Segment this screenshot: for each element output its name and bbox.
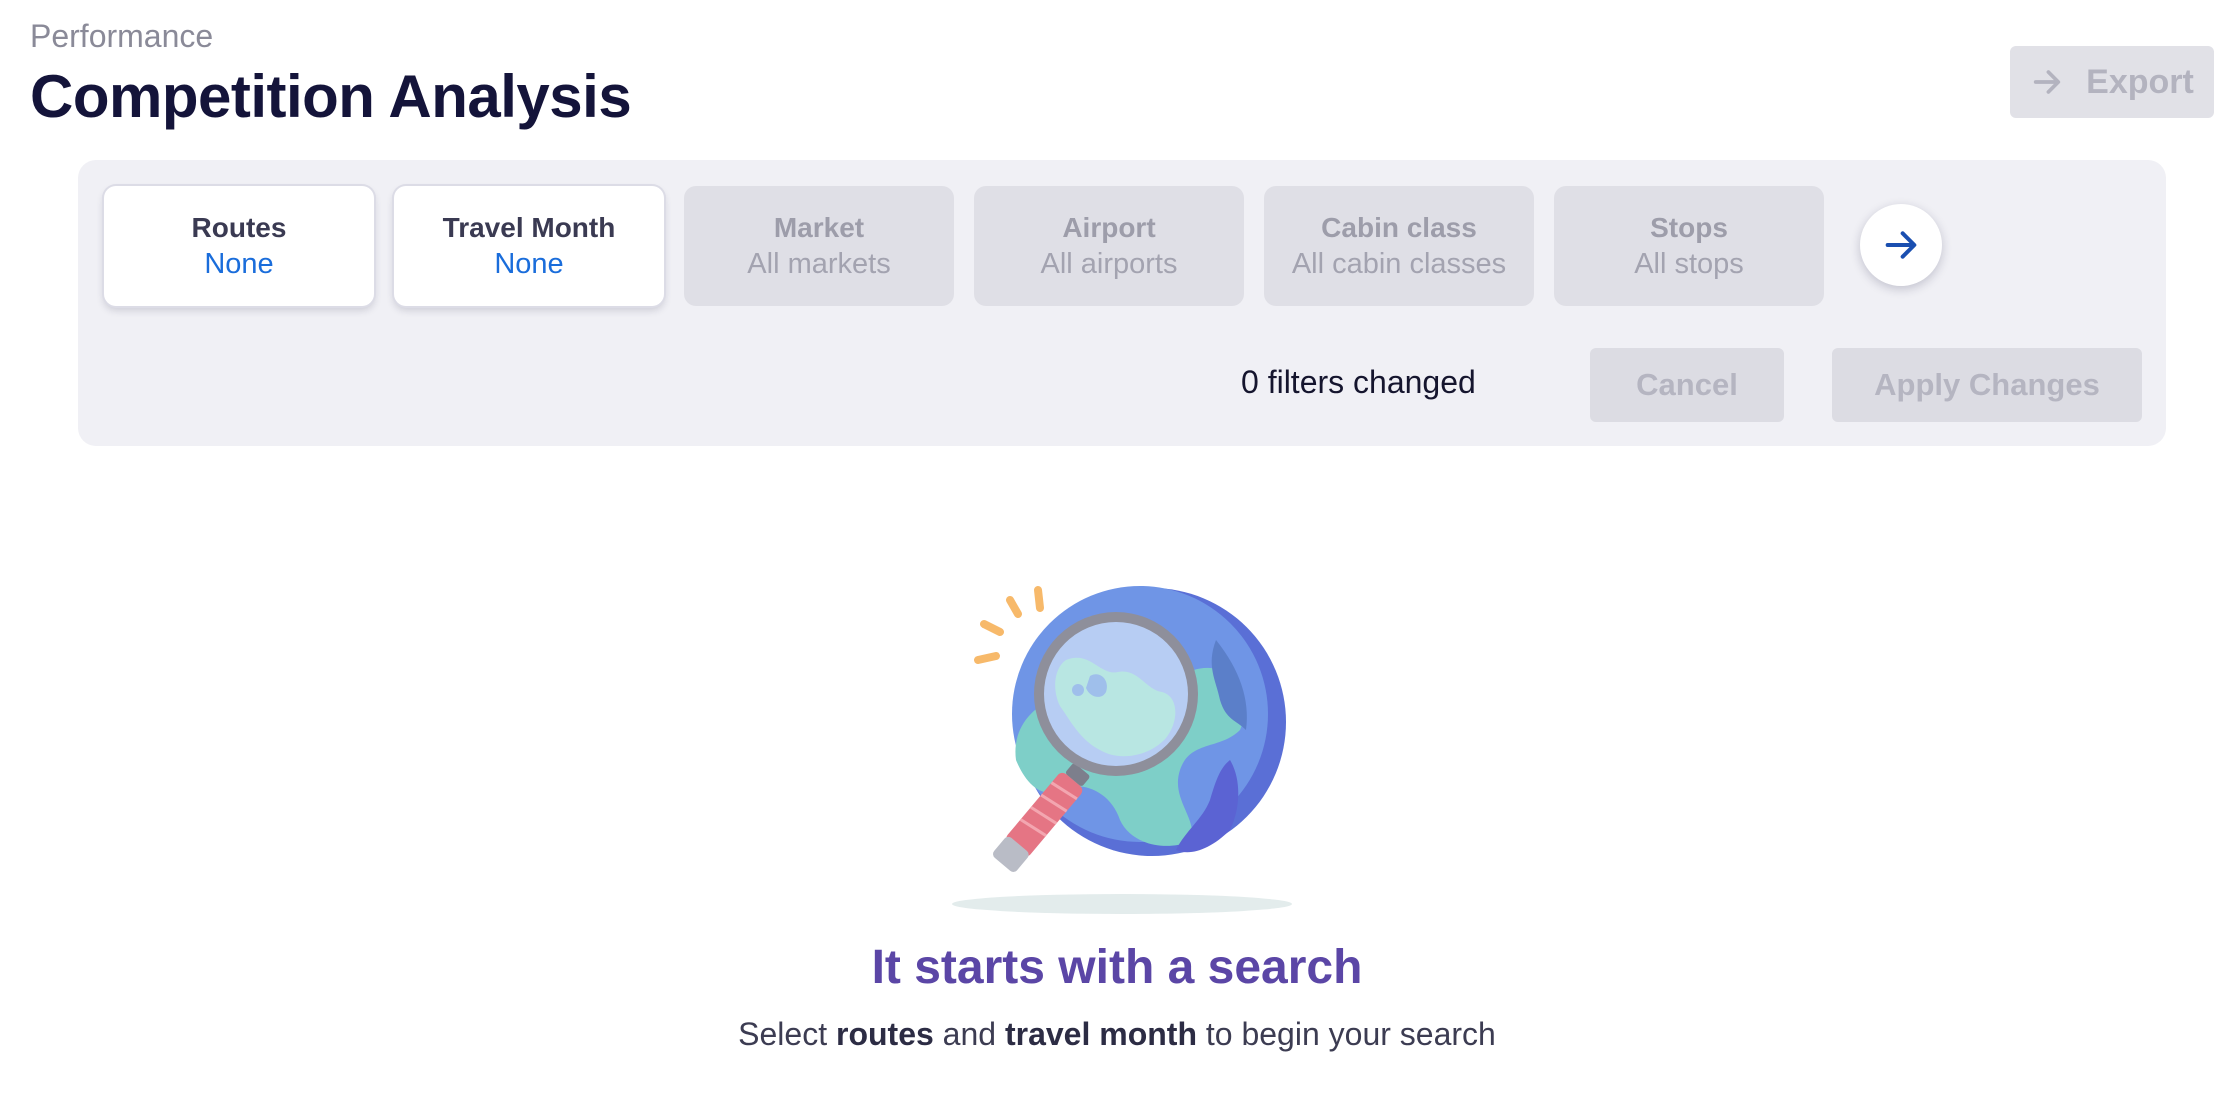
- subtitle-bold-travel-month: travel month: [1004, 1016, 1197, 1052]
- filter-title: Routes: [191, 211, 287, 243]
- filter-title: Stops: [1650, 211, 1728, 243]
- apply-changes-button[interactable]: Apply Changes: [1832, 348, 2142, 422]
- filters-changed-count: 0 filters changed: [1241, 364, 1476, 400]
- filter-value: All stops: [1634, 247, 1744, 280]
- filter-title: Travel Month: [442, 211, 616, 243]
- filter-routes[interactable]: Routes None: [104, 186, 374, 306]
- empty-state-title: It starts with a search: [871, 941, 1363, 994]
- filter-value: All airports: [1040, 247, 1178, 280]
- filter-value: None: [204, 247, 274, 280]
- filter-airport[interactable]: Airport All airports: [974, 186, 1244, 306]
- filter-stops[interactable]: Stops All stops: [1554, 186, 1824, 306]
- filter-cabin-class[interactable]: Cabin class All cabin classes: [1264, 186, 1534, 306]
- subtitle-bold-routes: routes: [835, 1016, 934, 1052]
- filter-value: All markets: [747, 247, 891, 280]
- filter-title: Market: [773, 211, 865, 243]
- page-title: Competition Analysis: [30, 63, 632, 130]
- globe-magnifier-illustration: [952, 586, 1292, 914]
- next-filters-button[interactable]: [1860, 204, 1942, 286]
- subtitle-text: and: [933, 1016, 1005, 1052]
- filter-title: Cabin class: [1321, 211, 1477, 243]
- subtitle-text: Select: [738, 1016, 836, 1052]
- empty-state-subtitle: Select routes and travel month to begin …: [0, 1016, 2234, 1053]
- export-label: Export: [2086, 62, 2194, 101]
- arrow-right-icon: [1885, 231, 1917, 259]
- filter-title: Airport: [1062, 211, 1156, 243]
- cancel-button[interactable]: Cancel: [1590, 348, 1784, 422]
- filter-travel-month[interactable]: Travel Month None: [394, 186, 664, 306]
- filter-panel: Routes None Travel Month None Market All…: [78, 160, 2166, 446]
- filter-value: All cabin classes: [1291, 247, 1507, 280]
- competition-analysis-page: Performance Competition Analysis Export …: [0, 0, 2234, 1110]
- subtitle-text: to begin your search: [1196, 1016, 1496, 1052]
- filter-market[interactable]: Market All markets: [684, 186, 954, 306]
- export-button[interactable]: Export: [2010, 46, 2214, 118]
- filter-value: None: [494, 247, 564, 280]
- breadcrumb[interactable]: Performance: [30, 18, 213, 55]
- arrow-right-icon: [2033, 70, 2061, 94]
